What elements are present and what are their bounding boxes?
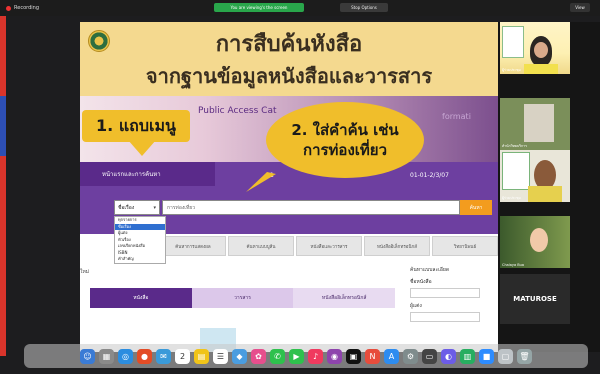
participant-gallery: ผู้ร่วมประชุม สำนักวิทยบริการ ผู้ร่วมประ… — [498, 22, 600, 352]
calendar-icon[interactable]: 2 — [175, 348, 190, 364]
folder-icon[interactable]: ▢ — [498, 348, 513, 364]
shared-browser-window: การสืบค้นหังสือ จากฐานข้อมูลหนังสือและวา… — [80, 22, 498, 352]
screen-share-banner: You are viewing's the screen — [214, 3, 304, 12]
search-input[interactable]: การท่องเที่ยว — [162, 200, 460, 215]
record-icon — [6, 5, 11, 11]
mail-icon[interactable]: ✉ — [156, 348, 171, 364]
participant-face — [534, 42, 548, 58]
trash-icon[interactable]: 🗑 — [517, 348, 532, 364]
participant-name: สำนักวิทยบริการ — [502, 144, 528, 148]
information-heading: formati — [442, 112, 471, 121]
slide-thumbnail — [502, 152, 530, 190]
participant-shirt — [528, 186, 562, 202]
search-type-tab[interactable]: หนังสืออิเล็กทรอนิกส์ — [364, 236, 430, 256]
terminal-icon[interactable]: ▭ — [422, 348, 437, 364]
title-field-label: ชื่อหนังสือ — [410, 279, 432, 285]
participant-name: ผู้ร่วมประชุม — [502, 68, 521, 72]
page-title: การสืบค้นหังสือ — [215, 32, 363, 57]
search-button[interactable]: ค้นหา — [460, 200, 492, 215]
participant-name: Chalaya Bua — [502, 263, 525, 267]
app-store-icon[interactable]: A — [384, 348, 399, 364]
opac-heading: Public Access Cat — [198, 106, 277, 116]
page-subtitle: จากฐานข้อมูลหนังสือและวารสาร — [145, 64, 433, 88]
numbers-icon[interactable]: ▥ — [460, 348, 475, 364]
background-blue-strip — [0, 96, 6, 156]
podcasts-icon[interactable]: ◉ — [327, 348, 342, 364]
search-type-tab[interactable]: ค้นหาการแสดงผล — [160, 236, 226, 256]
news-icon[interactable]: N — [365, 348, 380, 364]
facetime-icon[interactable]: ▶ — [289, 348, 304, 364]
macos-dock: ☺ ▦ ◎ ● ✉ 2 ▤ ☰ ◆ ✿ ✆ ▶ ♪ ◉ ▣ N A ⚙ ▭ ◐ … — [24, 344, 588, 368]
recording-label: Recording — [14, 5, 40, 11]
notes-icon[interactable]: ▤ — [194, 348, 209, 364]
advanced-search-heading: ค้นหาแบบละเอียด — [410, 267, 450, 273]
finder-icon[interactable]: ☺ — [80, 348, 95, 364]
search-field-dropdown: ทุกรายการ ชื่อเรื่อง ผู้แต่ง หัวเรื่อง เลขเร… — [114, 216, 166, 264]
callout-search-term: 2. ใส่คำค้น เช่น การท่องเที่ยว — [266, 102, 424, 178]
view-button[interactable]: View — [570, 3, 590, 12]
title-banner: การสืบค้นหังสือ จากฐานข้อมูลหนังสือและวา… — [80, 22, 498, 96]
background-red-strip — [0, 16, 6, 356]
settings-icon[interactable]: ⚙ — [403, 348, 418, 364]
messages-icon[interactable]: ✆ — [270, 348, 285, 364]
callout-menu-bar: 1. แถบเมนู — [82, 110, 190, 142]
participant-name: MATUROSE — [513, 295, 557, 303]
results-tab[interactable]: หนังสือ — [90, 288, 192, 308]
building-image — [524, 104, 554, 142]
callout-line: การท่องเที่ยว — [302, 141, 387, 159]
results-tab[interactable]: วารสาร — [191, 288, 294, 308]
author-field-label: ผู้แต่ง — [410, 303, 422, 309]
callout-arrow — [128, 140, 156, 156]
recording-indicator[interactable]: Recording — [6, 5, 39, 11]
safari-icon[interactable]: ◎ — [118, 348, 133, 364]
maps-icon[interactable]: ◆ — [232, 348, 247, 364]
participant-tile[interactable]: ผู้ร่วมประชุม — [500, 150, 570, 202]
search-type-tab[interactable]: หนังสือและวารสาร — [296, 236, 362, 256]
results-tab[interactable]: หนังสืออิเล็กทรอนิกส์ — [293, 288, 396, 308]
left-label: ใหม่ — [80, 269, 90, 275]
participant-name: ผู้ร่วมประชุม — [502, 196, 521, 200]
title-field[interactable] — [410, 288, 480, 298]
participant-tile[interactable]: Chalaya Bua — [500, 216, 570, 268]
photos-icon[interactable]: ✿ — [251, 348, 266, 364]
participant-shirt — [524, 64, 558, 74]
reminders-icon[interactable]: ☰ — [213, 348, 228, 364]
stop-share-button[interactable]: Stop Options — [340, 3, 388, 12]
search-type-tab[interactable]: ค้นหาแบบบูลีน — [228, 236, 294, 256]
results-tabs: หนังสือ วารสาร หนังสืออิเล็กทรอนิกส์ — [90, 288, 396, 308]
music-icon[interactable]: ♪ — [308, 348, 323, 364]
search-type-tab[interactable]: วิทยานิพนธ์ — [432, 236, 498, 256]
callout-line: 2. ใส่คำค้น เช่น — [291, 120, 399, 139]
preview-icon[interactable]: ◐ — [441, 348, 456, 364]
participant-tile[interactable]: MATUROSE — [500, 274, 570, 324]
dropdown-option[interactable]: คำสำคัญ — [115, 256, 165, 263]
advanced-search-panel: ค้นหาแบบละเอียด ชื่อหนังสือ ผู้แต่ง — [410, 266, 494, 352]
menu-tab-home[interactable]: หน้าแรกและการค้นหา — [80, 162, 215, 186]
tv-icon[interactable]: ▣ — [346, 348, 361, 364]
slide-thumbnail — [502, 26, 524, 58]
author-field[interactable] — [410, 312, 480, 322]
launchpad-icon[interactable]: ▦ — [99, 348, 114, 364]
search-type-tabs: ค้นหาการแสดงผล ค้นหาแบบบูลีน หนังสือและวาร… — [160, 236, 498, 256]
zoom-icon[interactable]: ■ — [479, 348, 494, 364]
participant-tile[interactable]: สำนักวิทยบริการ — [500, 98, 570, 150]
search-field-value: ชื่อเรื่อง — [118, 204, 135, 211]
participant-face — [530, 228, 548, 252]
participant-tile[interactable]: ผู้ร่วมประชุม — [500, 22, 570, 74]
chrome-icon[interactable]: ● — [137, 348, 152, 364]
search-field-select[interactable]: ชื่อเรื่อง ▾ — [114, 200, 160, 215]
menu-date: 01-01-2/3/07 — [410, 172, 449, 179]
chevron-down-icon: ▾ — [153, 204, 156, 211]
